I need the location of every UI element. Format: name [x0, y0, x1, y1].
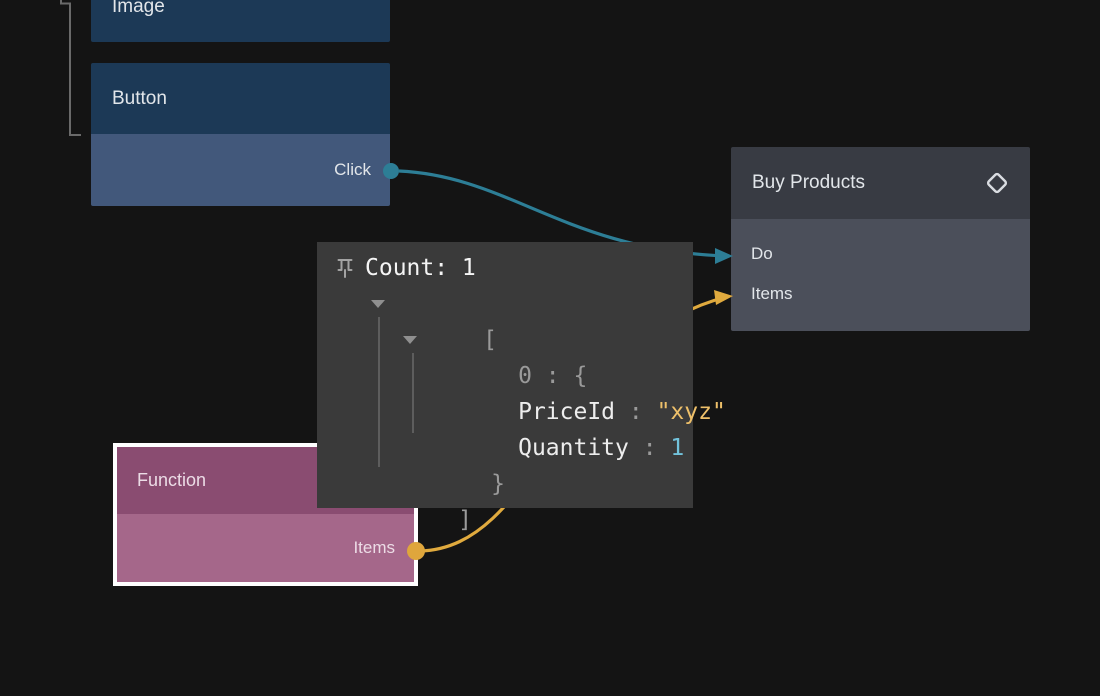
node-button-title: Button: [112, 88, 167, 110]
tree-row-quantity: Quantity : 1: [435, 394, 684, 430]
value-inspector-popup: Count: 1 [ 0 : { PriceId : "xyz" Quantit…: [317, 242, 693, 508]
node-buy-products[interactable]: Buy Products Do Items: [731, 147, 1030, 331]
tree-row-array-close: ]: [375, 466, 472, 502]
tree-row-index: 0 : {: [435, 322, 587, 358]
node-image-header: Image: [91, 0, 390, 42]
node-image-title: Image: [112, 0, 165, 18]
tree-row-priceid: PriceId : "xyz": [435, 358, 726, 394]
node-button[interactable]: Button Click: [91, 63, 390, 206]
node-buy-products-title: Buy Products: [752, 172, 865, 194]
tree-row-array-open: [: [400, 286, 497, 322]
diamond-icon: [982, 168, 1012, 198]
items-input-label: Items: [751, 284, 793, 304]
button-output-click[interactable]: Click: [91, 134, 390, 206]
pin-icon[interactable]: [336, 258, 354, 278]
node-button-header: Button: [91, 63, 390, 134]
node-buy-products-body: Do Items: [731, 219, 1030, 331]
tree-row-object-close: }: [408, 430, 505, 466]
node-buy-products-header: Buy Products: [731, 147, 1030, 219]
node-image[interactable]: Image: [91, 0, 390, 42]
buy-products-input-items[interactable]: Items: [731, 274, 1030, 314]
buy-products-input-do[interactable]: Do: [731, 234, 1030, 274]
hierarchy-connector-line: [61, 0, 81, 135]
click-output-label: Click: [334, 160, 371, 180]
tree-guide-line: [378, 317, 380, 467]
function-output-items[interactable]: Items: [117, 514, 414, 582]
popup-count-label: Count: 1: [365, 255, 476, 281]
collapse-arrow-icon[interactable]: [371, 300, 385, 308]
node-graph-canvas[interactable]: Image Button Click Buy Products Do Items: [0, 0, 1100, 696]
do-input-label: Do: [751, 244, 773, 264]
node-function-title: Function: [137, 470, 206, 491]
